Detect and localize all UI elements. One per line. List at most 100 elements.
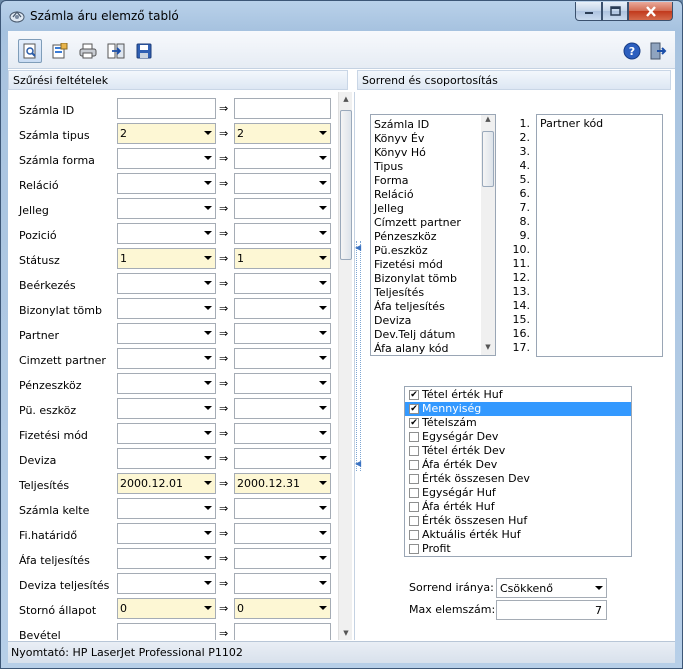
list-item[interactable]: Áfa teljesítés <box>371 300 495 314</box>
max-items-input[interactable]: 7 <box>496 600 607 620</box>
available-fields-scrollbar[interactable]: ▲ ▼ <box>481 115 495 355</box>
title-bar[interactable]: Számla áru elemző tabló <box>1 1 682 31</box>
filter-from-field[interactable] <box>117 448 216 469</box>
list-item[interactable]: Pénzeszköz <box>371 230 495 244</box>
value-checkbox-item[interactable]: Érték összesen Huf <box>405 514 631 528</box>
chevron-down-icon[interactable] <box>204 606 212 610</box>
chevron-down-icon[interactable] <box>204 456 212 460</box>
filter-to-field[interactable] <box>234 423 331 444</box>
value-checkbox-item[interactable]: Érték összesen Dev <box>405 472 631 486</box>
close-button[interactable] <box>628 2 673 21</box>
checkbox[interactable] <box>409 516 419 526</box>
filter-to-field[interactable] <box>234 373 331 394</box>
filter-to-field[interactable] <box>234 198 331 219</box>
filter-to-field[interactable] <box>234 523 331 544</box>
chevron-down-icon[interactable] <box>319 331 327 335</box>
filter-to-field[interactable] <box>234 623 331 640</box>
chevron-down-icon[interactable] <box>319 156 327 160</box>
filter-to-field[interactable] <box>234 348 331 369</box>
chevron-down-icon[interactable] <box>319 306 327 310</box>
chevron-down-icon[interactable] <box>319 481 327 485</box>
checkbox[interactable] <box>409 544 419 554</box>
scroll-down-arrow-icon[interactable]: ▼ <box>481 343 495 355</box>
filter-to-field[interactable] <box>234 223 331 244</box>
filter-from-field[interactable] <box>117 373 216 394</box>
chevron-down-icon[interactable] <box>204 181 212 185</box>
value-checkbox-item[interactable]: Egységár Huf <box>405 486 631 500</box>
list-item[interactable]: Teljesítés <box>371 286 495 300</box>
minimize-button[interactable] <box>575 2 602 21</box>
filter-to-field[interactable] <box>234 398 331 419</box>
chevron-down-icon[interactable] <box>204 156 212 160</box>
chevron-down-icon[interactable] <box>204 131 212 135</box>
filter-from-field[interactable] <box>117 298 216 319</box>
filter-to-field[interactable] <box>234 548 331 569</box>
filter-from-field[interactable] <box>117 548 216 569</box>
chevron-down-icon[interactable] <box>319 131 327 135</box>
filter-from-field[interactable] <box>117 223 216 244</box>
chevron-down-icon[interactable] <box>204 531 212 535</box>
filter-to-field[interactable]: 2000.12.31 <box>234 473 331 494</box>
filter-from-field[interactable] <box>117 498 216 519</box>
filter-to-field[interactable]: 0 <box>234 598 331 619</box>
checkbox[interactable] <box>409 432 419 442</box>
value-checkbox-item[interactable]: ✔ Tételszám <box>405 416 631 430</box>
available-fields-list[interactable]: Számla ID Könyv Év Könyv Hó Tipus Forma Relác… <box>370 114 496 356</box>
help-button[interactable]: ? <box>620 39 644 63</box>
value-checkbox-item[interactable]: Tétel érték Dev <box>405 444 631 458</box>
list-item[interactable]: Forma <box>371 174 495 188</box>
filter-to-field[interactable] <box>234 448 331 469</box>
filter-from-field[interactable]: 2000.12.01 <box>117 473 216 494</box>
scroll-down-arrow-icon[interactable]: ▼ <box>339 626 353 640</box>
export-button[interactable] <box>48 39 72 63</box>
value-checkbox-item[interactable]: Áfa érték Huf <box>405 500 631 514</box>
list-item[interactable]: Számla ID <box>371 118 495 132</box>
selected-order-list[interactable]: Partner kód <box>536 114 663 357</box>
chevron-down-icon[interactable] <box>319 606 327 610</box>
value-checkbox-item[interactable]: Egységár Dev <box>405 430 631 444</box>
chevron-down-icon[interactable] <box>204 231 212 235</box>
chevron-down-icon[interactable] <box>319 456 327 460</box>
chevron-down-icon[interactable] <box>319 281 327 285</box>
filter-to-field[interactable] <box>234 298 331 319</box>
chevron-down-icon[interactable] <box>204 406 212 410</box>
checkbox[interactable] <box>409 446 419 456</box>
list-item[interactable]: Bizonylat tömb <box>371 272 495 286</box>
filter-from-field[interactable] <box>117 423 216 444</box>
list-item[interactable]: Könyv Év <box>371 132 495 146</box>
filter-to-field[interactable] <box>234 573 331 594</box>
filter-from-field[interactable] <box>117 323 216 344</box>
list-item[interactable]: Pü.eszköz <box>371 244 495 258</box>
value-checklist[interactable]: ✔ Tétel érték Huf ✔ Mennyiség ✔ Tételszám Egys… <box>404 386 632 557</box>
chevron-down-icon[interactable] <box>319 431 327 435</box>
filter-from-field[interactable] <box>117 348 216 369</box>
list-item[interactable]: Áfa alany kód <box>371 342 495 355</box>
filter-from-field[interactable] <box>117 173 216 194</box>
chevron-down-icon[interactable] <box>319 506 327 510</box>
print-button[interactable] <box>76 39 100 63</box>
chevron-down-icon[interactable] <box>319 381 327 385</box>
filter-from-field[interactable] <box>117 98 216 119</box>
filter-from-field[interactable] <box>117 273 216 294</box>
chevron-down-icon[interactable] <box>204 206 212 210</box>
list-item[interactable]: Partner kód <box>540 117 659 130</box>
checkbox[interactable] <box>409 474 419 484</box>
chevron-down-icon[interactable] <box>319 356 327 360</box>
filter-from-field[interactable]: 0 <box>117 598 216 619</box>
chevron-down-icon[interactable] <box>204 356 212 360</box>
list-item[interactable]: Dev.Telj dátum <box>371 328 495 342</box>
scroll-up-arrow-icon[interactable]: ▲ <box>339 92 353 106</box>
chevron-down-icon[interactable] <box>595 586 603 590</box>
chevron-down-icon[interactable] <box>204 556 212 560</box>
chevron-down-icon[interactable] <box>319 231 327 235</box>
checkbox[interactable] <box>409 530 419 540</box>
chevron-down-icon[interactable] <box>204 306 212 310</box>
filter-from-field[interactable] <box>117 398 216 419</box>
filter-to-field[interactable]: 2 <box>234 123 331 144</box>
chevron-down-icon[interactable] <box>204 581 212 585</box>
filter-from-field[interactable] <box>117 623 216 640</box>
checkbox[interactable] <box>409 488 419 498</box>
filter-from-field[interactable]: 1 <box>117 248 216 269</box>
list-item[interactable]: Tipus <box>371 160 495 174</box>
filter-from-field[interactable]: 2 <box>117 123 216 144</box>
